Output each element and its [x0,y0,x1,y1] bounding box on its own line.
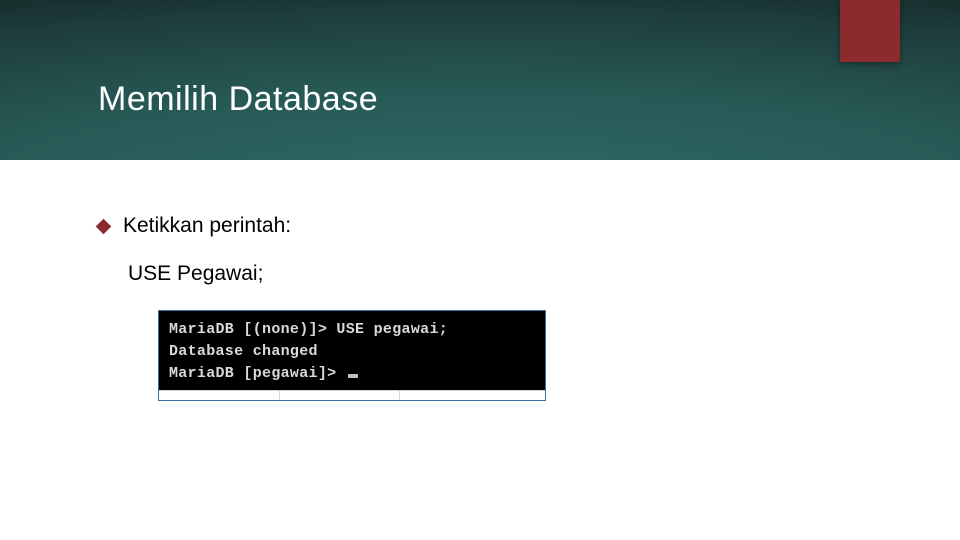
terminal-screenshot: MariaDB [(none)]> USE pegawai; Database … [158,310,546,401]
bullet-text: Ketikkan perintah: [123,212,291,239]
cursor-icon [348,374,358,378]
command-text: USE Pegawai; [128,260,263,287]
terminal-line-2: Database changed [169,343,318,360]
diamond-bullet-icon [96,219,112,235]
terminal-body: MariaDB [(none)]> USE pegawai; Database … [159,311,545,390]
slide-title: Memilih Database [98,80,378,119]
bullet-item: Ketikkan perintah: [98,212,291,239]
accent-tab [840,0,900,62]
slide: Memilih Database Ketikkan perintah: USE … [0,0,960,540]
terminal-bottom-strip [159,390,545,400]
terminal-line-1: MariaDB [(none)]> USE pegawai; [169,321,448,338]
terminal-line-3: MariaDB [pegawai]> [169,365,336,382]
